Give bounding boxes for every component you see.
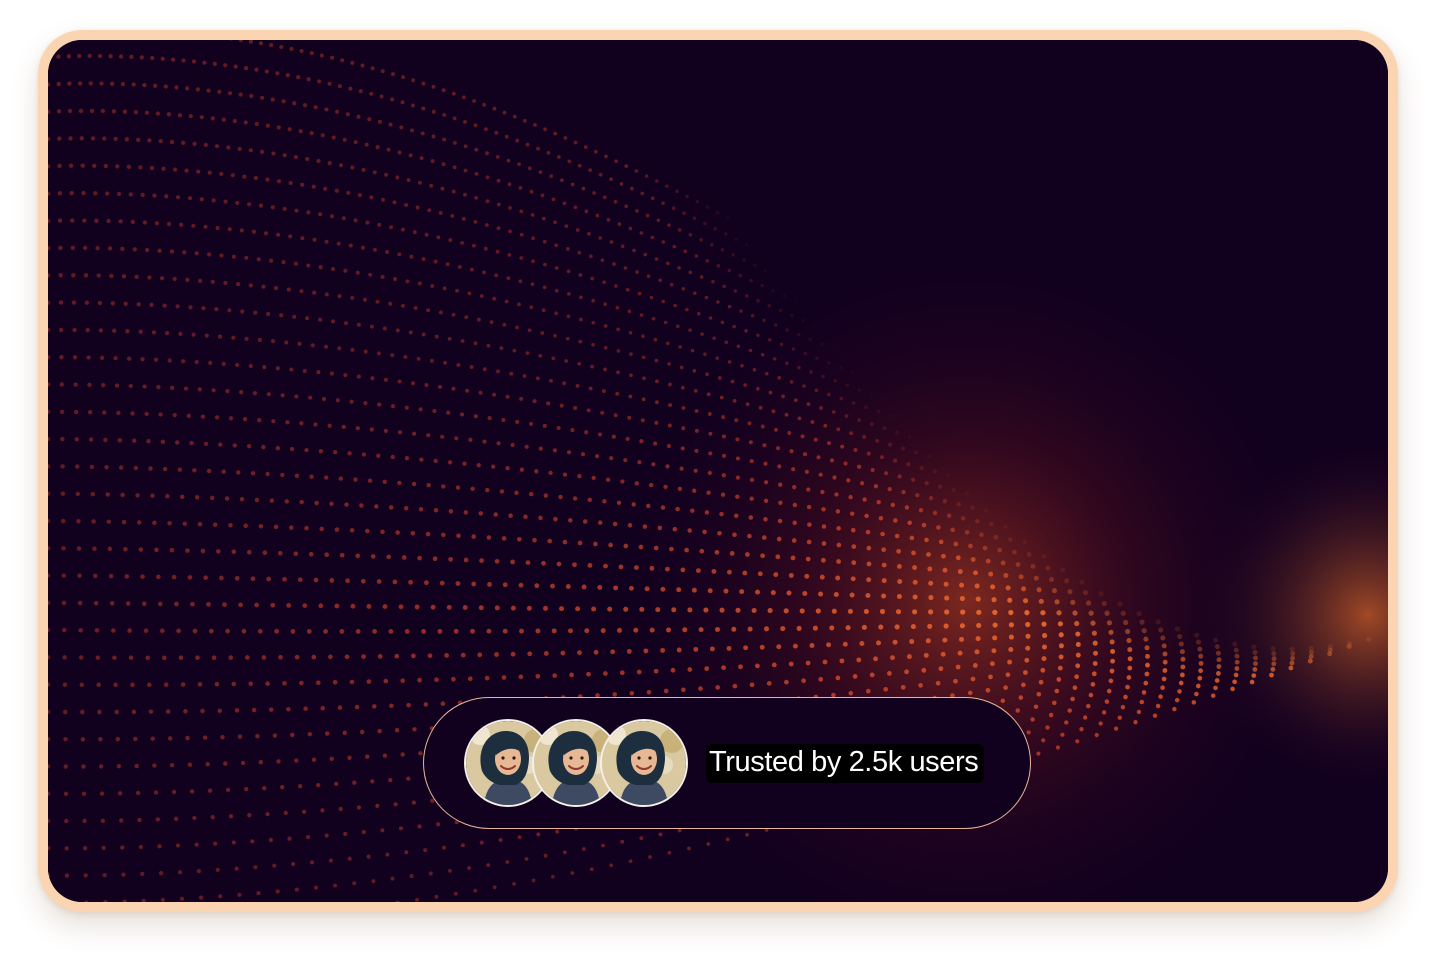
- hero-card-frame: Trusted by 2.5k users: [38, 30, 1398, 912]
- trust-text: Trusted by 2.5k users: [706, 743, 985, 783]
- hero-background: Trusted by 2.5k users: [48, 40, 1388, 902]
- avatar-group: [464, 719, 688, 807]
- trust-badge: Trusted by 2.5k users: [423, 697, 1031, 829]
- user-avatar: [600, 719, 688, 807]
